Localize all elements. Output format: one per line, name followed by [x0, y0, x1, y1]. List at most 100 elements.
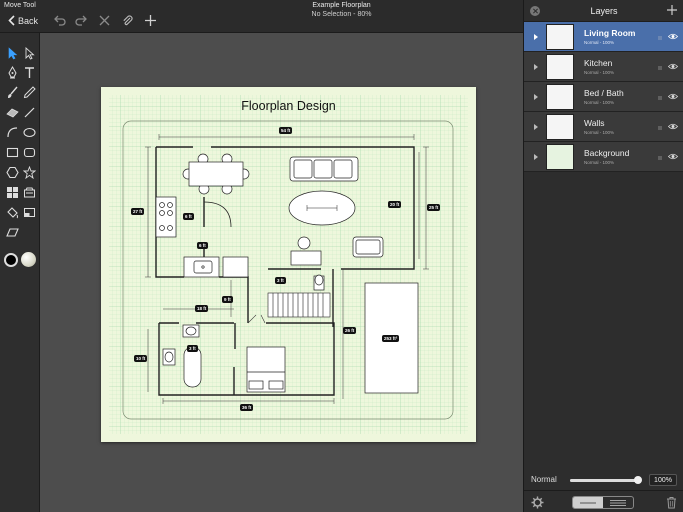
back-button[interactable]: Back — [8, 13, 38, 28]
gear-icon[interactable] — [531, 496, 544, 509]
dim-label: 27 ft — [131, 208, 145, 215]
dim-label: 18 ft — [195, 305, 209, 312]
layer-blend: Normal - 100% — [584, 70, 615, 75]
area-label: 253 ft² — [382, 335, 400, 342]
layer-blend: Normal - 100% — [584, 100, 615, 105]
layer-thumbnail — [546, 54, 574, 80]
lock-icon[interactable] — [658, 123, 662, 130]
trash-icon[interactable] — [666, 496, 677, 509]
image-icon[interactable] — [21, 204, 37, 220]
expand-arrow-icon[interactable] — [534, 124, 538, 130]
dim-label: 6 ft — [183, 213, 194, 220]
layer-blend: Normal - 100% — [584, 160, 615, 165]
eye-icon[interactable] — [668, 123, 678, 130]
layer-blend: Normal - 100% — [584, 40, 615, 45]
layer-name: Background — [584, 148, 630, 158]
dim-label: 36 ft — [240, 404, 254, 411]
eye-icon[interactable] — [668, 33, 678, 40]
rectangle-icon[interactable] — [4, 144, 20, 160]
layer-row-walls[interactable]: Walls Normal - 100% — [524, 112, 683, 142]
eye-icon[interactable] — [668, 63, 678, 70]
layers-title: Layers — [590, 6, 618, 16]
shear-icon[interactable] — [4, 224, 20, 240]
top-bar: Move Tool Back — [0, 0, 523, 33]
chevron-left-icon — [8, 15, 15, 26]
expand-arrow-icon[interactable] — [534, 34, 538, 40]
brush-icon[interactable] — [4, 84, 20, 100]
eye-icon[interactable] — [668, 93, 678, 100]
layer-thumbnail — [546, 114, 574, 140]
layer-thumbnail — [546, 84, 574, 110]
fill-color-swatch[interactable] — [21, 252, 36, 267]
app-window: Move Tool Back Example Floorplan No Sele… — [0, 0, 683, 512]
list-view-icon[interactable] — [603, 497, 633, 508]
add-icon[interactable] — [143, 13, 157, 27]
floorplan-paper[interactable]: Floorplan Design 54 ft 27 ft 20 ft 25 ft… — [101, 87, 476, 442]
layer-row-kitchen[interactable]: Kitchen Normal - 100% — [524, 52, 683, 82]
lock-icon[interactable] — [658, 93, 662, 100]
layer-thumbnail — [546, 24, 574, 50]
close-icon[interactable] — [97, 13, 111, 27]
undo-icon[interactable] — [52, 13, 66, 27]
layer-row-bed-bath[interactable]: Bed / Bath Normal - 100% — [524, 82, 683, 112]
layers-panel: Layers Living Room Normal - 100% Kitchen… — [523, 0, 683, 512]
eraser-icon[interactable] — [4, 104, 20, 120]
opacity-value-field[interactable]: 100% — [649, 474, 677, 486]
layers-bottom-bar — [524, 490, 683, 512]
pen-tool-icon[interactable] — [4, 64, 20, 80]
compact-view-icon[interactable] — [573, 497, 603, 508]
tool-palette — [0, 33, 40, 512]
layer-name: Kitchen — [584, 58, 613, 68]
floorplan-drawing — [109, 95, 468, 434]
dim-label: 3 ft — [187, 345, 198, 352]
dim-label: 54 ft — [279, 127, 293, 134]
back-label: Back — [18, 15, 39, 26]
layers-header: Layers — [524, 0, 683, 22]
rounded-rect-icon[interactable] — [21, 144, 37, 160]
lock-icon[interactable] — [658, 33, 662, 40]
star-icon[interactable] — [21, 164, 37, 180]
lock-icon[interactable] — [658, 63, 662, 70]
ellipse-icon[interactable] — [21, 124, 37, 140]
fill-icon[interactable] — [4, 204, 20, 220]
pencil-icon[interactable] — [21, 84, 37, 100]
expand-arrow-icon[interactable] — [534, 94, 538, 100]
arc-icon[interactable] — [4, 124, 20, 140]
blend-mode-select[interactable]: Normal — [531, 475, 557, 484]
hexagon-icon[interactable] — [4, 164, 20, 180]
stamp-icon[interactable] — [21, 184, 37, 200]
dim-label: 25 ft — [427, 204, 441, 211]
dim-label: 10 ft — [134, 355, 148, 362]
expand-arrow-icon[interactable] — [534, 154, 538, 160]
eye-icon[interactable] — [668, 153, 678, 160]
add-layer-icon[interactable] — [666, 4, 678, 16]
layer-blend: Normal - 100% — [584, 130, 615, 135]
paperclip-icon[interactable] — [120, 13, 134, 27]
grid-icon[interactable] — [4, 184, 20, 200]
dim-label: 26 ft — [343, 327, 357, 334]
dim-label: 9 ft — [222, 296, 233, 303]
redo-icon[interactable] — [74, 13, 88, 27]
current-tool-label: Move Tool — [4, 2, 36, 9]
stroke-color-swatch[interactable] — [4, 253, 18, 267]
layer-row-living-room[interactable]: Living Room Normal - 100% — [524, 22, 683, 52]
dim-label: 3 ft — [275, 277, 286, 284]
expand-arrow-icon[interactable] — [534, 64, 538, 70]
opacity-slider[interactable] — [570, 479, 640, 482]
lock-icon[interactable] — [658, 153, 662, 160]
drawing-title: Floorplan Design — [241, 99, 336, 113]
layer-row-background[interactable]: Background Normal - 100% — [524, 142, 683, 172]
opacity-slider-handle[interactable] — [634, 476, 642, 484]
dim-label: 20 ft — [388, 201, 402, 208]
layer-name: Living Room — [584, 28, 636, 38]
dim-label: 6 ft — [197, 242, 208, 249]
layer-name: Walls — [584, 118, 605, 128]
line-icon[interactable] — [21, 104, 37, 120]
select-arrow-icon[interactable] — [4, 45, 20, 61]
text-tool-icon[interactable] — [21, 64, 37, 80]
layer-thumbnail — [546, 144, 574, 170]
layer-name: Bed / Bath — [584, 88, 624, 98]
view-mode-segmented-control[interactable] — [572, 496, 634, 509]
drawing-canvas[interactable]: Floorplan Design 54 ft 27 ft 20 ft 25 ft… — [40, 33, 523, 512]
direct-select-icon[interactable] — [21, 45, 37, 61]
